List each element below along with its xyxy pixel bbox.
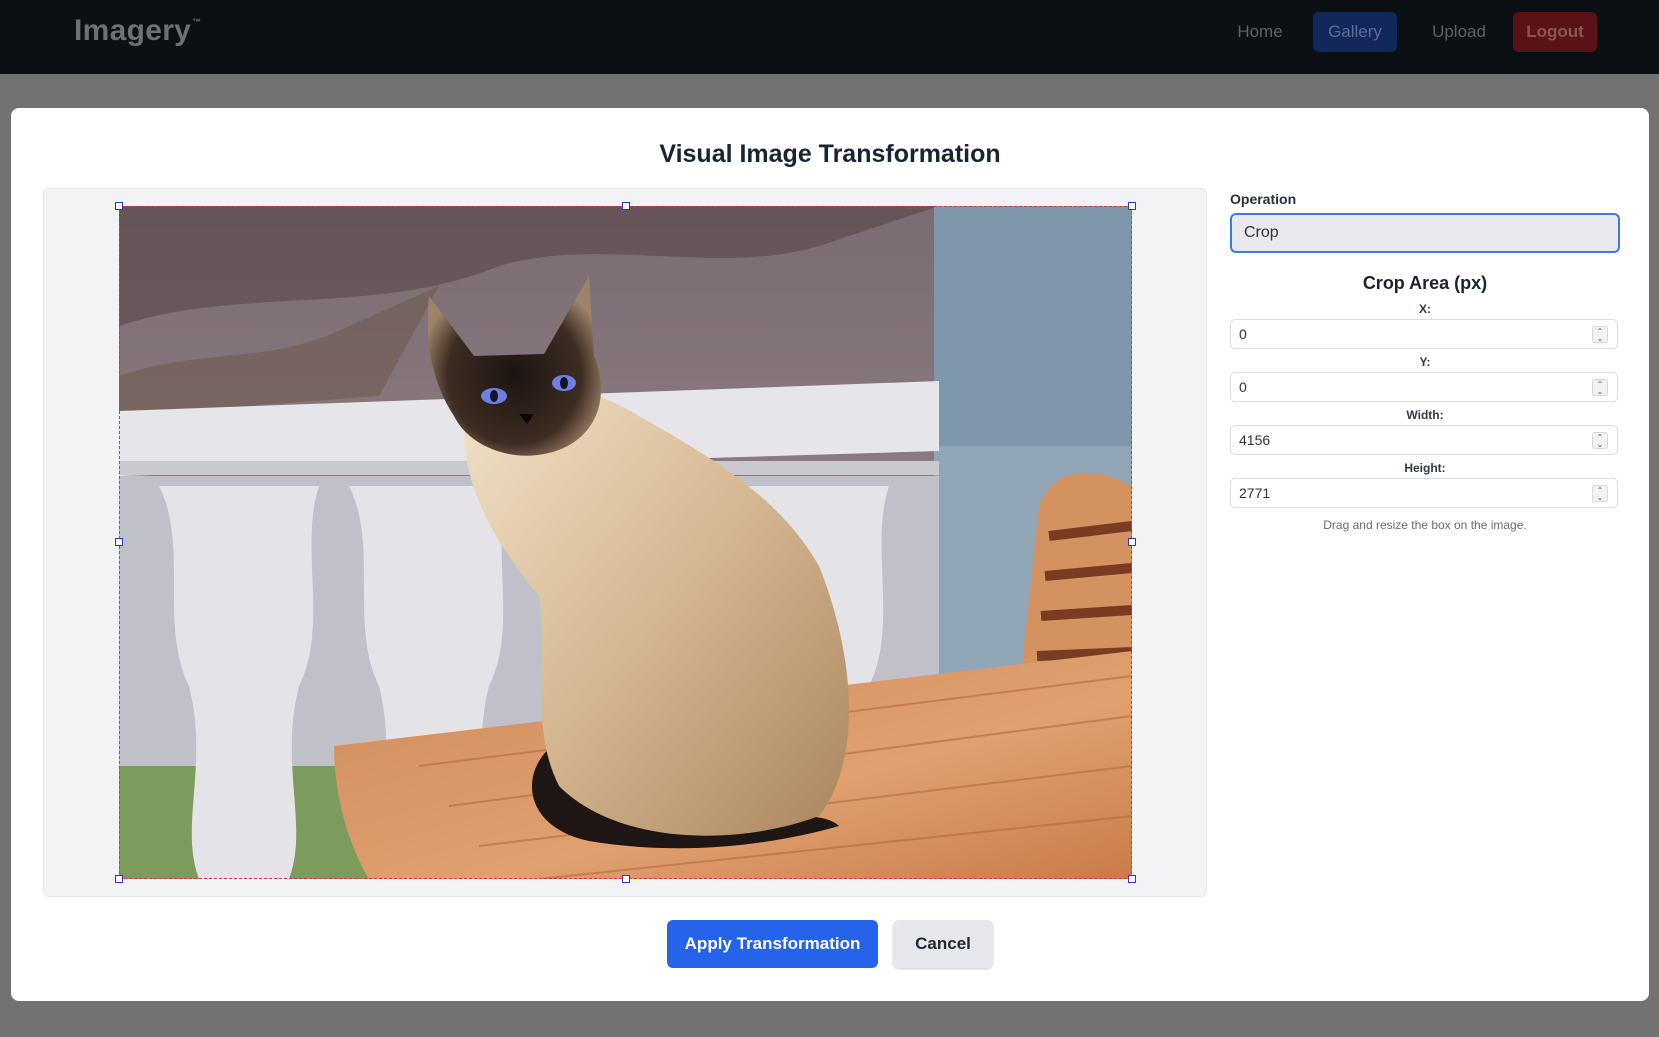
brand-trademark: ™ (192, 17, 202, 27)
operation-label: Operation (1230, 191, 1297, 207)
number-spinner-icon[interactable]: ⌃ ⌄ (1592, 326, 1608, 343)
crop-height-label: Height: (1404, 461, 1446, 475)
crop-x-input[interactable]: 0 ⌃ ⌄ (1230, 319, 1618, 349)
transform-modal: Visual Image Transformation Operation Cr… (11, 108, 1649, 1001)
transform-settings-panel: Operation Crop Crop Area (px) X: 0 ⌃ ⌄ Y:… (1230, 188, 1620, 532)
number-spinner-icon[interactable]: ⌃ ⌄ (1592, 485, 1608, 502)
crop-hint-text: Drag and resize the box on the image. (1323, 518, 1527, 532)
crop-handle-bottom[interactable] (622, 875, 630, 883)
crop-width-value: 4156 (1239, 432, 1271, 448)
crop-handle-bottom-left[interactable] (115, 875, 123, 883)
image-preview-panel (43, 188, 1207, 897)
crop-handle-top[interactable] (622, 202, 630, 210)
crop-y-label: Y: (1419, 355, 1431, 369)
crop-x-value: 0 (1239, 326, 1247, 342)
brand-logo[interactable]: Imagery™ (74, 14, 201, 48)
crop-height-input[interactable]: 2771 ⌃ ⌄ (1230, 478, 1618, 508)
nav-logout-button[interactable]: Logout (1513, 12, 1597, 52)
nav-home-link[interactable]: Home (1220, 12, 1300, 52)
crop-handle-top-right[interactable] (1128, 202, 1136, 210)
navbar: Imagery™ Home Gallery Upload Logout (0, 0, 1659, 74)
brand-name: Imagery (74, 14, 192, 47)
crop-selection-box[interactable] (115, 202, 1136, 883)
number-spinner-icon[interactable]: ⌃ ⌄ (1592, 432, 1608, 449)
crop-handle-left[interactable] (115, 538, 123, 546)
apply-transformation-button[interactable]: Apply Transformation (667, 920, 878, 968)
nav-upload-link[interactable]: Upload (1420, 12, 1498, 52)
modal-title: Visual Image Transformation (659, 140, 1001, 168)
cancel-button[interactable]: Cancel (893, 920, 993, 968)
crop-handle-right[interactable] (1128, 538, 1136, 546)
crop-x-label: X: (1419, 302, 1431, 316)
crop-area-title: Crop Area (px) (1362, 273, 1488, 293)
crop-y-input[interactable]: 0 ⌃ ⌄ (1230, 372, 1618, 402)
crop-width-label: Width: (1406, 408, 1444, 422)
crop-width-input[interactable]: 4156 ⌃ ⌄ (1230, 425, 1618, 455)
nav-gallery-link[interactable]: Gallery (1313, 12, 1397, 52)
crop-y-value: 0 (1239, 379, 1247, 395)
crop-height-value: 2771 (1239, 485, 1271, 501)
operation-select[interactable]: Crop (1230, 213, 1620, 253)
crop-handle-bottom-right[interactable] (1128, 875, 1136, 883)
crop-handle-top-left[interactable] (115, 202, 123, 210)
number-spinner-icon[interactable]: ⌃ ⌄ (1592, 379, 1608, 396)
